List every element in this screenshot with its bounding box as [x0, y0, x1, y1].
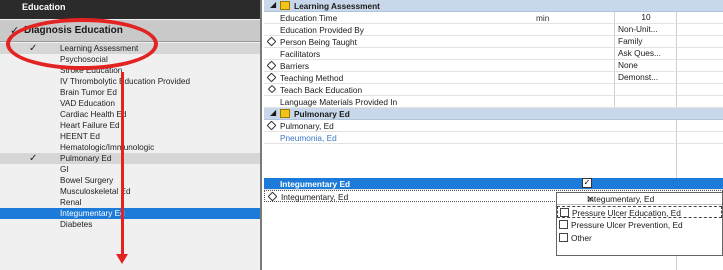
multiselect-dropdown: Integumentary, Ed ✕ Pressure Ulcer Educa… — [556, 192, 723, 256]
row-language-materials[interactable]: Language Materials Provided In — [264, 96, 723, 108]
row-label: Teach Back Education — [280, 85, 363, 95]
row-value[interactable]: 10 — [614, 12, 674, 23]
sidebar-item-heent[interactable]: HEENT Ed — [0, 131, 260, 142]
sidebar-item-musculoskeletal[interactable]: Musculoskeletal Ed — [0, 186, 260, 197]
close-icon[interactable]: ✕ — [587, 194, 718, 204]
sidebar-item-label: Musculoskeletal Ed — [60, 187, 131, 196]
row-pulmonary-ed[interactable]: Pulmonary, Ed — [264, 120, 723, 132]
sidebar-item-gi[interactable]: GI — [0, 164, 260, 175]
sidebar-item-label: Heart Failure Ed — [60, 121, 120, 130]
row-label: Education Provided By — [280, 25, 364, 35]
sidebar-top-label: Education — [22, 2, 66, 12]
dropdown-option[interactable]: Pressure Ulcer Prevention, Ed — [557, 219, 722, 231]
row-label[interactable]: Pneumonia, Ed — [280, 133, 337, 143]
sidebar-item-label: Cardiac Health Ed — [60, 110, 127, 119]
option-label: Pressure Ulcer Education, Ed — [572, 208, 681, 218]
annotation-ellipse — [6, 18, 158, 70]
row-teaching-method[interactable]: Teaching Method Demonst... — [264, 72, 723, 84]
sidebar-item-cardiac-health[interactable]: Cardiac Health Ed — [0, 109, 260, 120]
sidebar-item-label: Pulmonary Ed — [60, 154, 112, 163]
sidebar-item-label: VAD Education — [60, 99, 115, 108]
sidebar-item-pulmonary[interactable]: ✓ Pulmonary Ed — [0, 153, 260, 165]
row-value[interactable]: Demonst... — [614, 72, 674, 83]
sidebar-item-label: Hematologic/Immunologic — [60, 143, 155, 152]
row-label: Integumentary, Ed — [281, 192, 349, 202]
row-value[interactable]: Non-Unit... — [614, 24, 674, 35]
required-diamond-icon — [266, 120, 277, 131]
row-value[interactable]: Ask Ques... — [614, 48, 674, 59]
row-label: Teaching Method — [280, 73, 344, 83]
sidebar-item-label: Diabetes — [60, 220, 93, 229]
sidebar-item-label: IV Thrombolytic Education Provided — [60, 77, 191, 86]
row-label: Pulmonary, Ed — [280, 121, 334, 131]
row-value[interactable] — [614, 96, 674, 107]
sidebar-item-bowel-surgery[interactable]: Bowel Surgery — [0, 175, 260, 186]
row-label: Language Materials Provided In — [280, 97, 398, 107]
option-label: Pressure Ulcer Prevention, Ed — [571, 220, 683, 230]
sidebar-item-label: GI — [60, 165, 69, 174]
sidebar-item-brain-tumor[interactable]: Brain Tumor Ed — [0, 87, 260, 98]
row-barriers[interactable]: Barriers None — [264, 60, 723, 72]
annotation-arrow-head — [116, 254, 128, 264]
sidebar-item-label: Integumentary Ed — [60, 209, 125, 218]
row-teach-back[interactable]: Teach Back Education — [264, 84, 723, 96]
row-label: Barriers — [280, 61, 310, 71]
section-pulmonary[interactable]: ◢ Pulmonary Ed — [264, 108, 723, 120]
row-pneumonia-ed[interactable]: Pneumonia, Ed — [264, 132, 723, 144]
section-learning-assessment[interactable]: ◢ Learning Assessment — [264, 0, 723, 12]
sidebar-top-bar: Education — [0, 0, 260, 19]
row-value[interactable]: None — [614, 60, 674, 71]
required-diamond-icon — [267, 191, 278, 202]
sidebar-item-stroke-education[interactable]: Stroke Education — [0, 65, 260, 76]
row-checkbox[interactable]: ✓ — [582, 178, 592, 188]
section-folder-icon — [280, 1, 290, 10]
collapse-icon[interactable]: ◢ — [270, 108, 276, 117]
row-unit: min — [536, 13, 550, 23]
row-value[interactable]: Family — [614, 36, 674, 47]
sidebar-item-renal[interactable]: Renal — [0, 197, 260, 208]
collapse-icon[interactable]: ◢ — [270, 0, 276, 9]
row-facilitators[interactable]: Facilitators Ask Ques... — [264, 48, 723, 60]
option-checkbox[interactable] — [559, 220, 568, 229]
sidebar-item-integumentary[interactable]: Integumentary Ed — [0, 208, 260, 220]
option-label: Other — [571, 233, 592, 243]
row-label: Integumentary Ed — [280, 179, 351, 189]
checkmark-icon: ✓ — [29, 153, 38, 164]
required-diamond-icon — [266, 72, 277, 83]
option-checkbox[interactable] — [560, 208, 569, 217]
sidebar-item-label: Brain Tumor Ed — [60, 88, 117, 97]
row-person-being-taught[interactable]: Person Being Taught Family — [264, 36, 723, 48]
sidebar-item-label: Renal — [60, 198, 82, 207]
required-diamond-icon — [266, 36, 277, 47]
row-label: Person Being Taught — [280, 37, 357, 47]
row-integumentary-header[interactable]: Integumentary Ed — [264, 178, 723, 190]
sidebar-item-label: Bowel Surgery — [60, 176, 114, 185]
row-label: Education Time — [280, 13, 338, 23]
annotation-arrow-line — [121, 72, 124, 260]
section-title: Pulmonary Ed — [294, 109, 350, 119]
row-label: Facilitators — [280, 49, 321, 59]
section-folder-icon — [280, 109, 290, 118]
row-education-time[interactable]: Education Time min 10 — [264, 12, 723, 24]
optional-diamond-icon — [267, 84, 277, 94]
row-value[interactable] — [614, 84, 674, 95]
sidebar-item-iv-thrombolytic[interactable]: IV Thrombolytic Education Provided — [0, 76, 260, 87]
row-education-provided-by[interactable]: Education Provided By Non-Unit... — [264, 24, 723, 36]
sidebar-item-label: HEENT Ed — [60, 132, 100, 141]
section-title: Learning Assessment — [294, 1, 380, 11]
dropdown-header: Integumentary, Ed ✕ — [557, 193, 722, 205]
required-diamond-icon — [266, 60, 277, 71]
dropdown-option[interactable]: Pressure Ulcer Education, Ed — [557, 206, 722, 218]
option-checkbox[interactable] — [559, 233, 568, 242]
sidebar-item-diabetes[interactable]: Diabetes — [0, 219, 260, 230]
sidebar-item-hematologic[interactable]: Hematologic/Immunologic — [0, 142, 260, 153]
dropdown-option[interactable]: Other — [557, 232, 722, 244]
sidebar-item-heart-failure[interactable]: Heart Failure Ed — [0, 120, 260, 131]
sidebar-item-vad-education[interactable]: VAD Education — [0, 98, 260, 109]
